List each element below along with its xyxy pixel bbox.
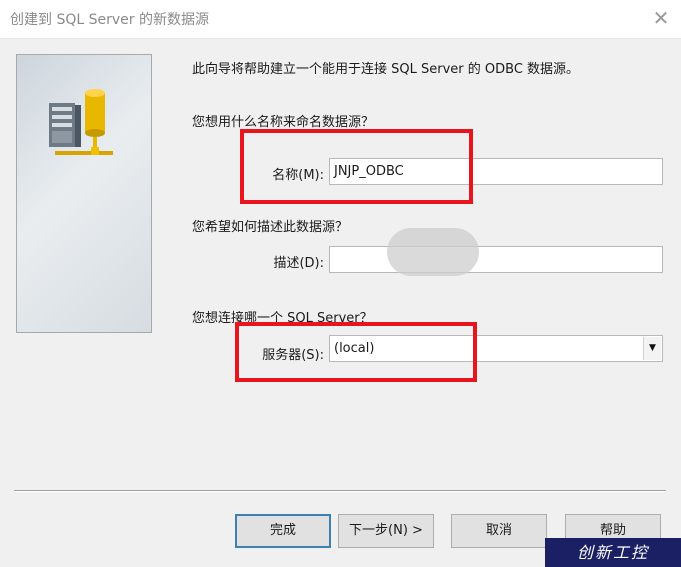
watermark-logo: 创新工控: [545, 538, 681, 567]
description-input[interactable]: [329, 246, 663, 273]
separator: [14, 490, 666, 492]
intro-text: 此向导将帮助建立一个能用于连接 SQL Server 的 ODBC 数据源。: [192, 62, 580, 77]
cancel-button[interactable]: 取消: [451, 514, 547, 548]
close-icon[interactable]: ✕: [647, 4, 675, 32]
next-button[interactable]: 下一步(N) >: [338, 514, 434, 548]
highlight-box-server: [235, 322, 477, 382]
description-label: 描述(D):: [273, 256, 324, 271]
window-title: 创建到 SQL Server 的新数据源: [10, 12, 209, 28]
database-server-icon: [49, 89, 113, 155]
finish-button[interactable]: 完成: [235, 514, 331, 548]
blurred-overlay: [387, 228, 479, 276]
wizard-side-panel: [16, 54, 152, 333]
title-bar: 创建到 SQL Server 的新数据源 ✕: [0, 0, 681, 39]
dropdown-arrow-icon[interactable]: ▼: [643, 337, 661, 360]
description-question: 您希望如何描述此数据源？: [192, 220, 349, 235]
highlight-box-name: [240, 129, 473, 204]
dialog-body: 此向导将帮助建立一个能用于连接 SQL Server 的 ODBC 数据源。 您…: [0, 39, 681, 567]
name-question: 您想用什么名称来命名数据源？: [192, 115, 375, 130]
